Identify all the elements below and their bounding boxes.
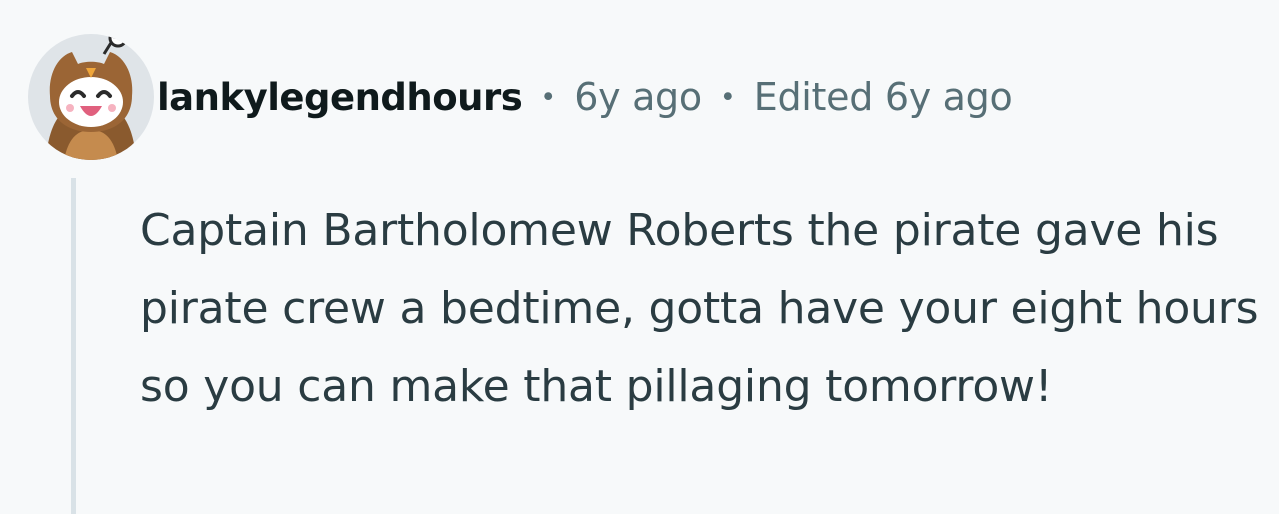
author-username[interactable]: lankylegendhours [157,76,523,119]
post-timestamp[interactable]: 6y ago [574,75,702,119]
comment: lankylegendhours • 6y ago • Edited 6y ag… [0,0,1279,514]
thread-line[interactable] [71,178,76,514]
comment-meta: lankylegendhours • 6y ago • Edited 6y ag… [157,69,1013,125]
comment-body: Captain Bartholomew Roberts the pirate g… [140,205,1259,412]
edited-timestamp: Edited 6y ago [753,75,1013,119]
meta-separator: • [719,81,736,113]
meta-separator: • [540,81,557,113]
owl-snoo-avatar-icon [46,34,136,160]
user-avatar[interactable] [28,34,154,160]
